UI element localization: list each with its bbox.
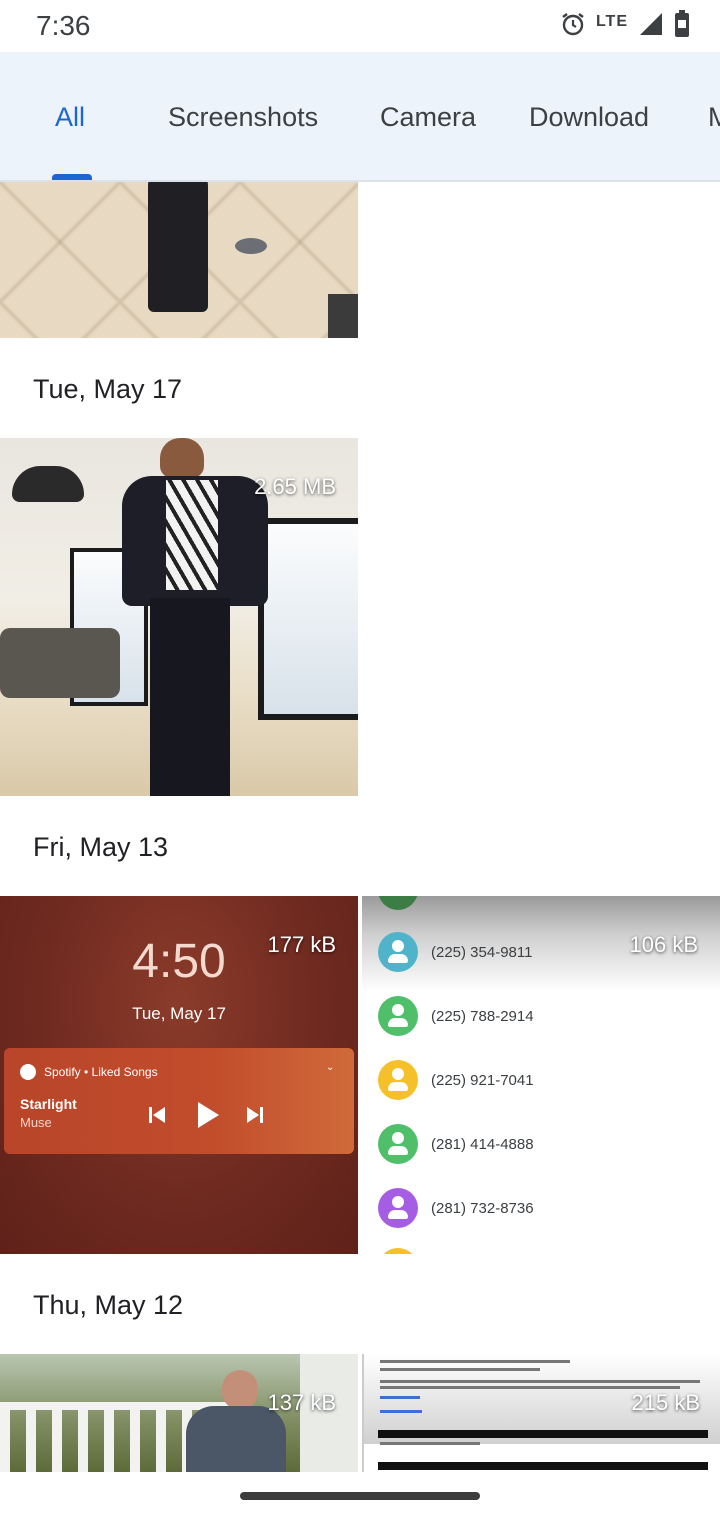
person-figure xyxy=(148,182,208,312)
gesture-nav-handle[interactable] xyxy=(240,1492,480,1500)
battery-icon xyxy=(674,9,690,43)
tab-more[interactable]: M xyxy=(708,102,720,133)
file-size-label: 106 kB xyxy=(629,932,699,957)
doc-section-bar xyxy=(378,1430,708,1438)
person-figure xyxy=(118,438,268,796)
photo-thumbnail[interactable]: 2.65 MB xyxy=(0,438,358,796)
photo-thumbnail[interactable] xyxy=(0,182,358,338)
status-time: 7:36 xyxy=(36,10,91,41)
doc-line xyxy=(380,1380,700,1383)
tab-camera[interactable]: Camera xyxy=(380,102,476,133)
doc-line xyxy=(380,1360,570,1363)
file-size-label: 2.65 MB xyxy=(254,474,336,499)
next-icon xyxy=(246,1106,264,1129)
contact-row: (281) 414-4888 xyxy=(378,1122,534,1166)
contact-row: (225) 788-2914 xyxy=(378,994,534,1038)
screenshot-thumbnail[interactable]: 215 kB xyxy=(362,1354,720,1472)
date-header: Thu, May 12 xyxy=(33,1290,184,1320)
contact-number: (281) 414-4888 xyxy=(431,1135,534,1153)
chevron-down-icon: ⌄ xyxy=(326,1062,335,1073)
media-notification: Spotify • Liked Songs Starlight Muse ⌄ xyxy=(4,1048,354,1154)
doc-line xyxy=(380,1386,680,1389)
person-head xyxy=(222,1370,258,1410)
status-bar: 7:36 LTE xyxy=(0,0,720,52)
alarm-icon xyxy=(560,11,586,42)
doc-section-bar xyxy=(378,1462,708,1470)
doc-line xyxy=(380,1442,480,1445)
lobby-chair xyxy=(0,628,120,698)
file-size-label: 137 kB xyxy=(267,1390,337,1415)
signal-icon xyxy=(638,11,664,42)
network-type: LTE xyxy=(595,13,628,30)
avatar xyxy=(378,1060,418,1100)
track-title: Starlight xyxy=(20,1096,77,1112)
contact-number: (225) 354-9811 xyxy=(431,943,533,961)
previous-icon xyxy=(148,1106,166,1129)
contact-number: (225) 788-2914 xyxy=(431,1007,534,1025)
screenshot-thumbnail[interactable]: (225) 354-9811 (225) 788-2914 (225) 921-… xyxy=(362,896,720,1254)
contact-row: (225) 354-9811 xyxy=(378,930,532,974)
floor-mat xyxy=(328,294,358,338)
doc-link xyxy=(380,1410,422,1413)
active-tab-indicator xyxy=(52,174,92,180)
status-icons: LTE xyxy=(560,9,690,43)
avatar xyxy=(378,932,418,972)
contact-number: (281) 732-8736 xyxy=(431,1199,534,1217)
date-header: Tue, May 17 xyxy=(33,374,183,404)
contact-row: (281) 732-8736 xyxy=(378,1186,534,1230)
tab-screenshots[interactable]: Screenshots xyxy=(168,102,318,133)
play-icon xyxy=(196,1101,220,1134)
screenshot-thumbnail[interactable]: 4:50 Tue, May 17 Spotify • Liked Songs S… xyxy=(0,896,358,1254)
avatar xyxy=(378,996,418,1036)
tab-all[interactable]: All xyxy=(55,102,85,133)
contact-row: (225) 921-7041 xyxy=(378,1058,534,1102)
file-size-label: 215 kB xyxy=(631,1390,701,1415)
file-size-label: 177 kB xyxy=(267,932,337,957)
spotify-icon xyxy=(20,1064,36,1080)
avatar xyxy=(378,1124,418,1164)
track-artist: Muse xyxy=(20,1115,52,1130)
media-source: Spotify • Liked Songs xyxy=(44,1065,158,1079)
avatar xyxy=(378,1248,418,1254)
lock-date: Tue, May 17 xyxy=(132,1004,226,1023)
doc-line xyxy=(380,1368,540,1371)
contact-number: (225) 921-7041 xyxy=(431,1071,534,1089)
doc-link xyxy=(380,1396,420,1399)
avatar xyxy=(378,1188,418,1228)
tab-download[interactable]: Download xyxy=(529,102,649,133)
lobby-window xyxy=(258,518,358,720)
floor-vent xyxy=(235,238,267,254)
date-header: Fri, May 13 xyxy=(33,832,169,862)
photo-thumbnail[interactable]: 137 kB xyxy=(0,1354,358,1472)
pendant-lamp xyxy=(12,466,84,502)
album-tabs: All Screenshots Camera Download M xyxy=(0,52,720,182)
